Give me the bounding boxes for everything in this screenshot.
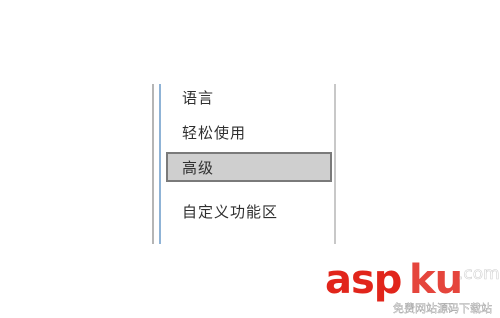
aspku-logo: asp ku .com 免费网站源码下载站	[325, 257, 499, 315]
aspku-watermark: asp ku .com 免费网站源码下载站	[323, 253, 499, 317]
svg-text:asp: asp	[325, 257, 401, 303]
panel-left-border	[152, 84, 154, 244]
nav-item-ease-of-access[interactable]: 轻松使用	[166, 117, 332, 147]
svg-text:免费网站源码下载站: 免费网站源码下载站	[393, 301, 492, 315]
panel-right-border	[334, 84, 336, 244]
nav-item-customize-ribbon[interactable]: 自定义功能区	[166, 196, 332, 226]
nav-item-language[interactable]: 语言	[166, 82, 332, 112]
svg-text:.com: .com	[458, 264, 499, 284]
nav-item-label: 高级	[182, 158, 215, 177]
svg-text:ku: ku	[409, 257, 462, 303]
nav-item-label: 自定义功能区	[182, 202, 279, 221]
nav-item-label: 轻松使用	[182, 123, 247, 142]
nav-item-label: 语言	[182, 88, 215, 107]
panel-focus-border	[159, 84, 161, 244]
options-nav-panel: 语言 轻松使用 高级 自定义功能区	[152, 74, 342, 244]
nav-item-advanced[interactable]: 高级	[166, 152, 332, 182]
